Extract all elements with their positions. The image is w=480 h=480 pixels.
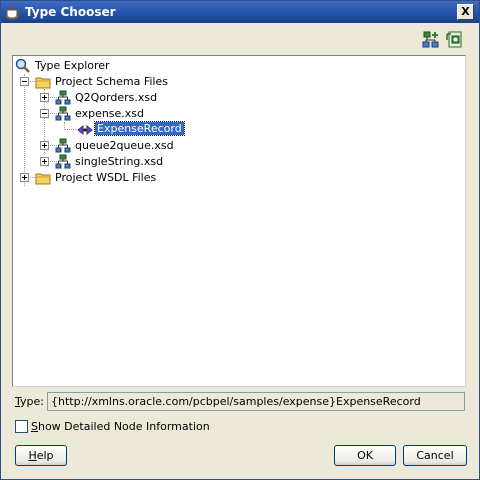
type-field[interactable]: {http://xmlns.oracle.com/pcbpel/samples/… <box>47 392 465 411</box>
tree-item-label: Project WSDL Files <box>55 171 157 184</box>
tree-root-label: Type Explorer <box>35 59 110 72</box>
tree-item-label: expense.xsd <box>75 107 145 120</box>
tree-item-label: singleString.xsd <box>75 155 164 168</box>
folder-icon <box>35 173 51 185</box>
tree-item-label: Project Schema Files <box>55 75 168 88</box>
help-button[interactable]: Help <box>15 445 67 466</box>
collapse-toggle[interactable] <box>40 109 49 118</box>
type-label-text: ype: <box>20 395 44 408</box>
hierarchy-add-icon[interactable] <box>421 30 441 50</box>
type-tree[interactable]: Type Explorer Project Schema Files Q2Qor… <box>12 55 466 387</box>
close-button[interactable]: X <box>457 4 474 20</box>
tree-line <box>64 129 76 131</box>
type-label: Type: <box>15 395 44 408</box>
title-bar[interactable]: Type Chooser X <box>1 1 479 23</box>
tree-item-label: queue2queue.xsd <box>75 139 174 152</box>
expand-toggle[interactable] <box>40 93 49 102</box>
show-detail-text: how Detailed Node Information <box>37 420 210 433</box>
tree-item-label: ExpenseRecord <box>94 121 185 136</box>
help-text: elp <box>36 449 54 462</box>
expand-toggle[interactable] <box>40 157 49 166</box>
schema-icon <box>55 154 71 169</box>
tree-line <box>24 74 26 186</box>
schema-icon <box>55 138 71 153</box>
element-icon <box>77 124 93 136</box>
schema-import-icon[interactable] <box>445 30 465 50</box>
schema-icon <box>55 106 71 121</box>
type-chooser-dialog: Type Chooser X Type Explorer Project Sch… <box>0 0 480 480</box>
expand-toggle[interactable] <box>40 141 49 150</box>
collapse-toggle[interactable] <box>20 77 29 86</box>
cancel-button[interactable]: Cancel <box>403 445 467 466</box>
app-cup-icon <box>5 4 20 20</box>
window-title: Type Chooser <box>25 5 116 19</box>
show-detailed-node-label[interactable]: Show Detailed Node Information <box>31 420 210 433</box>
expand-toggle[interactable] <box>20 173 29 182</box>
magnifier-icon <box>15 58 30 73</box>
schema-icon <box>55 90 71 105</box>
tree-item-label: Q2Qorders.xsd <box>75 91 158 104</box>
show-detailed-node-checkbox[interactable] <box>15 420 28 433</box>
show-detail-mnemonic: S <box>31 420 38 433</box>
ok-button[interactable]: OK <box>334 445 396 466</box>
help-mnemonic: H <box>28 449 37 462</box>
folder-icon <box>35 77 51 89</box>
